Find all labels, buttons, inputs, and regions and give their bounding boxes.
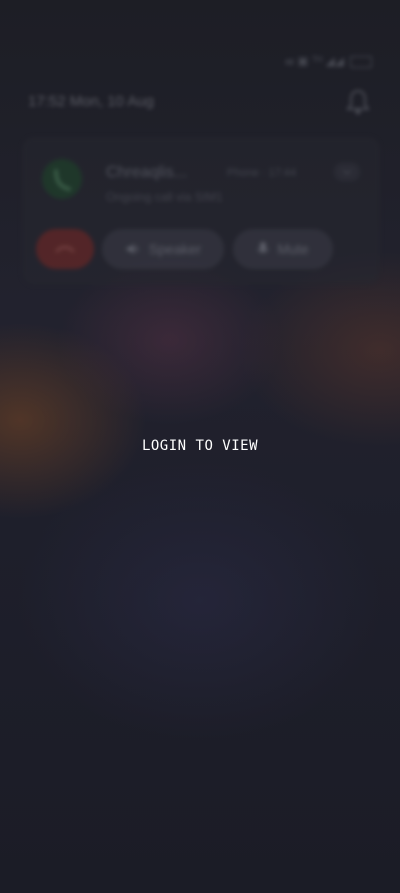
end-call-icon bbox=[55, 246, 75, 253]
mute-button[interactable]: Mute bbox=[233, 229, 333, 269]
speaker-button[interactable]: Speaker bbox=[102, 229, 224, 269]
phone-app-icon bbox=[54, 169, 71, 191]
battery-icon bbox=[350, 55, 372, 68]
microphone-icon bbox=[257, 242, 270, 253]
login-to-view-message: LOGIN TO VIEW bbox=[141, 438, 259, 454]
status-indicators: ๗ ▣ ᵀᴴ ◢◢ bbox=[284, 54, 344, 68]
call-status: Ongoing call via SIM1 bbox=[106, 190, 223, 204]
chevron-down-icon bbox=[342, 169, 352, 176]
speaker-label: Speaker bbox=[148, 241, 202, 257]
caller-avatar bbox=[42, 159, 82, 199]
collapse-button[interactable] bbox=[334, 163, 360, 181]
caller-name: Chreaqlis... bbox=[106, 164, 187, 181]
status-bar: ๗ ▣ ᵀᴴ ◢◢ bbox=[285, 52, 372, 71]
bell-icon[interactable] bbox=[345, 88, 371, 116]
date-time: 17:52 Mon, 10 Aug bbox=[28, 93, 154, 110]
speaker-icon bbox=[126, 244, 138, 254]
end-call-button[interactable] bbox=[36, 229, 94, 269]
call-app-time: Phone · 17:44 bbox=[227, 167, 297, 179]
phone-screen: ๗ ▣ ᵀᴴ ◢◢ 17:52 Mon, 10 Aug Chreaqlis...… bbox=[0, 0, 400, 893]
ongoing-call-card[interactable]: Chreaqlis... Phone · 17:44 Ongoing call … bbox=[22, 137, 380, 285]
mute-label: Mute bbox=[277, 241, 309, 257]
